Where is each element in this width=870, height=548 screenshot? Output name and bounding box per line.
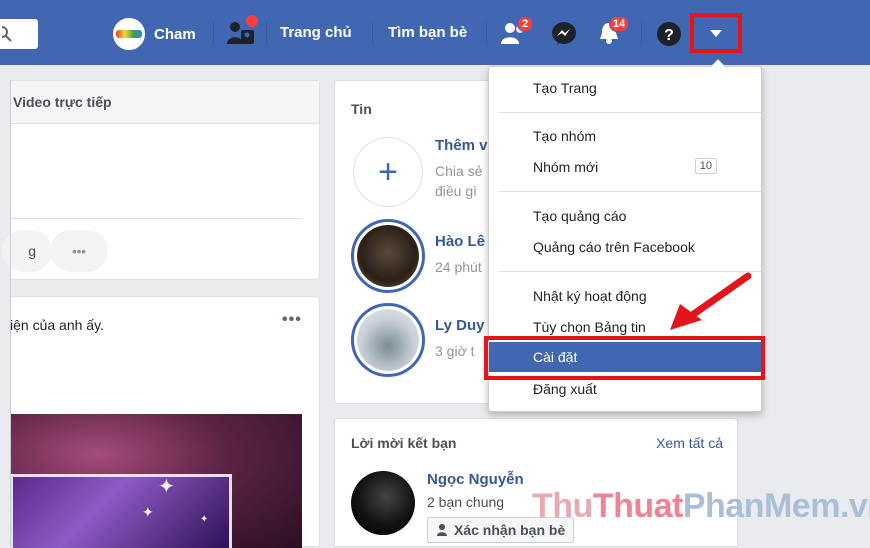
story-avatar[interactable] [351,219,425,293]
watermark-part: Thuat [592,487,684,525]
post-options-button[interactable]: ••• [282,311,302,329]
menu-item-label: Đăng xuất [533,381,597,397]
menu-divider [499,191,761,192]
menu-item-label: Tùy chọn Bảng tin [533,319,646,335]
see-all-link[interactable]: Xem tất cả [656,435,723,451]
nav-divider [486,22,487,44]
photo-frame [10,474,232,548]
live-video-tab[interactable]: Video trực tiếp [13,94,112,110]
messenger-icon[interactable] [551,21,577,50]
more-icon: ••• [72,243,86,259]
friend-requests-title: Lời mời kết bạn [351,435,457,451]
add-friend-icon [437,524,447,536]
friend-requests-badge: 2 [517,16,533,32]
menu-item-log-out[interactable]: Đăng xuất [489,377,761,401]
story-name[interactable]: Hào Lê [435,233,485,250]
nav-divider [372,22,373,44]
nav-divider [641,22,642,44]
watermark-part: .vn [839,487,870,525]
help-icon[interactable]: ? [656,21,682,50]
menu-item-label: Nhật ký hoạt động [533,288,647,304]
svg-text:?: ? [664,27,674,44]
watermark-logo: ThuThuatPhanMem.vn [532,487,870,526]
menu-item-label: Quảng cáo trên Facebook [533,239,695,255]
nav-divider [213,22,214,44]
composer-textarea[interactable] [10,125,310,217]
post-text: iện của anh ấy. [10,317,104,333]
home-link[interactable]: Trang chủ [280,24,352,41]
menu-divider [499,112,761,113]
chevron-down-icon [710,29,722,37]
composer-tabs: Video trực tiếp [10,81,319,124]
divider [10,218,302,219]
settings-highlight-box [484,336,765,380]
friend-request-name[interactable]: Ngọc Nguyễn [427,471,524,488]
menu-item-advertising-on-facebook[interactable]: Quảng cáo trên Facebook [489,235,761,259]
notifications-badge: 14 [609,16,630,32]
story-subtitle: Chia sẻ [435,163,483,179]
story-avatar[interactable] [351,303,425,377]
plus-icon: + [378,152,398,191]
composer-chip-label: g [28,243,36,259]
menu-item-label: Tạo nhóm [533,128,597,144]
top-navigation-bar: Cham Trang chủ Tìm bạn bè 2 14 ? [0,0,870,65]
menu-item-create-ad[interactable]: Tạo quảng cáo [489,204,761,228]
search-input[interactable] [0,19,38,49]
avatar[interactable] [351,471,415,535]
mutual-friends[interactable]: 2 bạn chung [427,494,504,510]
watermark-part: PhanMem [682,487,841,525]
nav-divider [266,22,267,44]
menu-item-label: Nhóm mới [533,159,599,175]
story-name[interactable]: Ly Duy [435,317,484,334]
friend-requests-icon[interactable]: 2 [501,16,533,49]
find-friends-link[interactable]: Tìm bạn bè [388,24,467,41]
feed-post: iện của anh ấy. ••• ✦ ✦ ✦ [10,296,320,548]
profile-name: Cham [154,25,196,43]
friend-requests-panel: Lời mời kết bạn Xem tất cả Ngọc Nguyễn 2… [334,418,738,547]
notifications-icon[interactable]: 14 [596,16,630,49]
menu-item-new-groups[interactable]: Nhóm mới 10 [489,155,761,179]
profile-link[interactable]: Cham [113,18,196,50]
story-name[interactable]: Thêm v [435,137,488,154]
post-composer: Video trực tiếp g ••• [2,80,320,280]
add-story-button[interactable]: + [353,137,423,207]
post-photo[interactable]: ✦ ✦ ✦ [10,414,302,548]
sparkle-icon: ✦ [200,514,209,525]
menu-item-label: Tạo Trang [533,80,597,96]
count-badge: 10 [694,158,717,174]
composer-more-button[interactable]: ••• [50,230,108,272]
sparkle-icon: ✦ [142,504,154,520]
story-subtitle: điều gì [435,183,478,199]
search-icon [2,26,12,42]
divider [10,80,11,547]
annotation-arrow-icon [670,272,752,330]
stories-title: Tin [351,101,372,117]
account-menu-button[interactable] [690,13,742,53]
menu-item-label: Tạo quảng cáo [533,208,627,224]
sparkle-icon: ✦ [158,476,175,498]
menu-item-create-page[interactable]: Tạo Trang [489,76,761,100]
story-subtitle: 3 giờ t [435,343,475,359]
watermark-part: Thu [532,487,593,525]
notification-dot [246,15,258,27]
find-friends-icon[interactable] [226,15,258,49]
avatar [113,18,145,50]
menu-item-create-group[interactable]: Tạo nhóm [489,124,761,148]
story-subtitle: 24 phút [435,259,482,275]
